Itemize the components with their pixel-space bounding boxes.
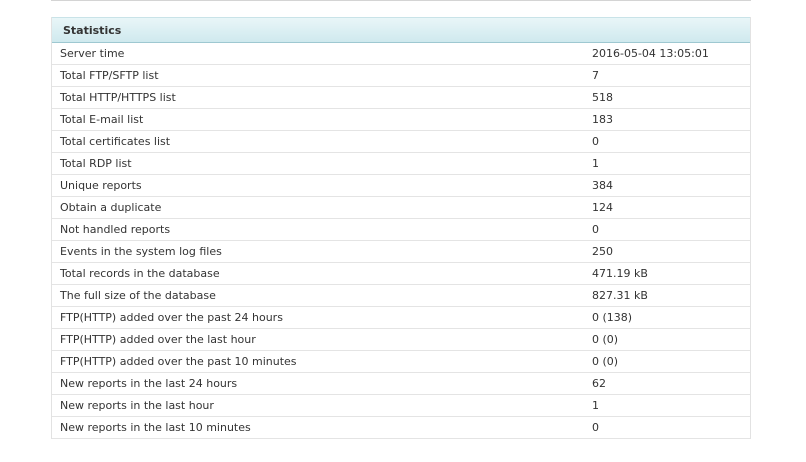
stat-value: 471.19 kB — [584, 262, 750, 285]
stat-value: 2016-05-04 13:05:01 — [584, 43, 750, 65]
table-row: New reports in the last 10 minutes 0 — [52, 416, 750, 439]
table-row: Total certificates list 0 — [52, 130, 750, 153]
stat-label: Events in the system log files — [52, 240, 584, 263]
top-divider — [51, 0, 751, 1]
stat-value: 0 (0) — [584, 328, 750, 351]
table-row: Total HTTP/HTTPS list 518 — [52, 86, 750, 109]
stat-value: 827.31 kB — [584, 284, 750, 307]
stat-label: Unique reports — [52, 174, 584, 197]
table-row: New reports in the last hour 1 — [52, 394, 750, 417]
stat-label: New reports in the last 24 hours — [52, 372, 584, 395]
stat-label: FTP(HTTP) added over the past 10 minutes — [52, 350, 584, 373]
panel-title: Statistics — [52, 17, 750, 43]
stat-value: 0 — [584, 416, 750, 439]
table-row: Total records in the database 471.19 kB — [52, 262, 750, 285]
table-row: Not handled reports 0 — [52, 218, 750, 241]
stat-value: 1 — [584, 394, 750, 417]
stat-value: 0 (138) — [584, 306, 750, 329]
stat-label: Total E-mail list — [52, 108, 584, 131]
stat-label: Total RDP list — [52, 152, 584, 175]
table-row: New reports in the last 24 hours 62 — [52, 372, 750, 395]
stat-label: Server time — [52, 43, 584, 65]
stat-label: Not handled reports — [52, 218, 584, 241]
statistics-table: Server time 2016-05-04 13:05:01 Total FTP/… — [52, 43, 750, 439]
stat-value: 62 — [584, 372, 750, 395]
statistics-table-body: Server time 2016-05-04 13:05:01 Total FTP/… — [52, 43, 750, 439]
table-row: Events in the system log files 250 — [52, 240, 750, 263]
table-row: FTP(HTTP) added over the past 24 hours 0 … — [52, 306, 750, 329]
stat-value: 0 — [584, 218, 750, 241]
stat-label: FTP(HTTP) added over the last hour — [52, 328, 584, 351]
stat-label: The full size of the database — [52, 284, 584, 307]
stat-value: 384 — [584, 174, 750, 197]
table-row: Unique reports 384 — [52, 174, 750, 197]
table-row: Total FTP/SFTP list 7 — [52, 64, 750, 87]
stat-label: Obtain a duplicate — [52, 196, 584, 219]
stat-value: 0 — [584, 130, 750, 153]
stat-label: New reports in the last hour — [52, 394, 584, 417]
stat-value: 124 — [584, 196, 750, 219]
stat-value: 518 — [584, 86, 750, 109]
stat-label: Total records in the database — [52, 262, 584, 285]
table-row: FTP(HTTP) added over the last hour 0 (0) — [52, 328, 750, 351]
table-row: Server time 2016-05-04 13:05:01 — [52, 43, 750, 65]
stat-label: New reports in the last 10 minutes — [52, 416, 584, 439]
stat-label: Total HTTP/HTTPS list — [52, 86, 584, 109]
table-row: Total E-mail list 183 — [52, 108, 750, 131]
stat-label: FTP(HTTP) added over the past 24 hours — [52, 306, 584, 329]
stat-value: 183 — [584, 108, 750, 131]
stat-value: 0 (0) — [584, 350, 750, 373]
stat-value: 7 — [584, 64, 750, 87]
stat-label: Total certificates list — [52, 130, 584, 153]
stat-value: 250 — [584, 240, 750, 263]
table-row: Total RDP list 1 — [52, 152, 750, 175]
table-row: The full size of the database 827.31 kB — [52, 284, 750, 307]
statistics-panel: Statistics Server time 2016-05-04 13:05:0… — [51, 17, 751, 439]
stat-label: Total FTP/SFTP list — [52, 64, 584, 87]
table-row: Obtain a duplicate 124 — [52, 196, 750, 219]
table-row: FTP(HTTP) added over the past 10 minutes… — [52, 350, 750, 373]
stat-value: 1 — [584, 152, 750, 175]
